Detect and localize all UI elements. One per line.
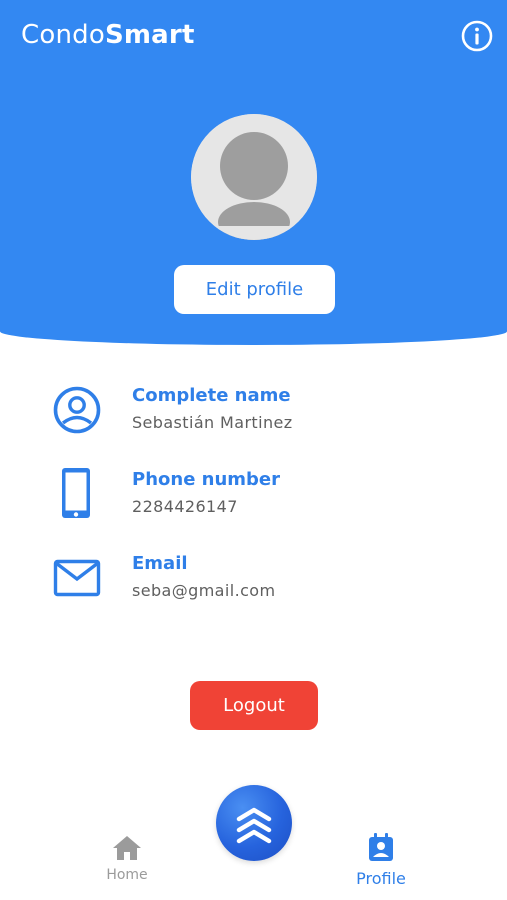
email-label: Email: [132, 553, 188, 574]
profile-header: CondoSmart Edit profile: [0, 0, 507, 345]
email-value: seba@gmail.com: [132, 581, 276, 600]
smartphone-icon: [50, 468, 106, 524]
name-label: Complete name: [132, 385, 291, 406]
logout-button[interactable]: Logout: [190, 681, 318, 730]
center-action-button[interactable]: [216, 785, 292, 861]
name-row: Complete name Sebastián Martinez: [0, 385, 507, 455]
nav-home-label: Home: [106, 867, 148, 883]
phone-row: Phone number 2284426147: [0, 468, 507, 539]
contact-page-icon: [369, 833, 393, 861]
email-row: Email seba@gmail.com: [0, 553, 507, 623]
mail-icon: [50, 557, 106, 613]
brand-light: Condo: [21, 20, 105, 50]
chevrons-up-icon: [236, 807, 272, 844]
brand-bold: Smart: [104, 20, 195, 50]
bottom-nav: Home Profile: [0, 780, 507, 900]
name-value: Sebastián Martinez: [132, 413, 293, 432]
nav-home[interactable]: Home: [92, 835, 162, 891]
nav-profile-label: Profile: [356, 869, 406, 888]
account-circle-icon: [50, 385, 106, 441]
phone-value: 2284426147: [132, 497, 238, 516]
info-icon[interactable]: [461, 20, 493, 52]
app-title: CondoSmart: [21, 20, 195, 50]
edit-profile-button[interactable]: Edit profile: [174, 265, 335, 314]
home-icon: [113, 836, 141, 860]
nav-profile[interactable]: Profile: [345, 833, 417, 891]
phone-label: Phone number: [132, 469, 281, 490]
avatar: [191, 114, 317, 240]
